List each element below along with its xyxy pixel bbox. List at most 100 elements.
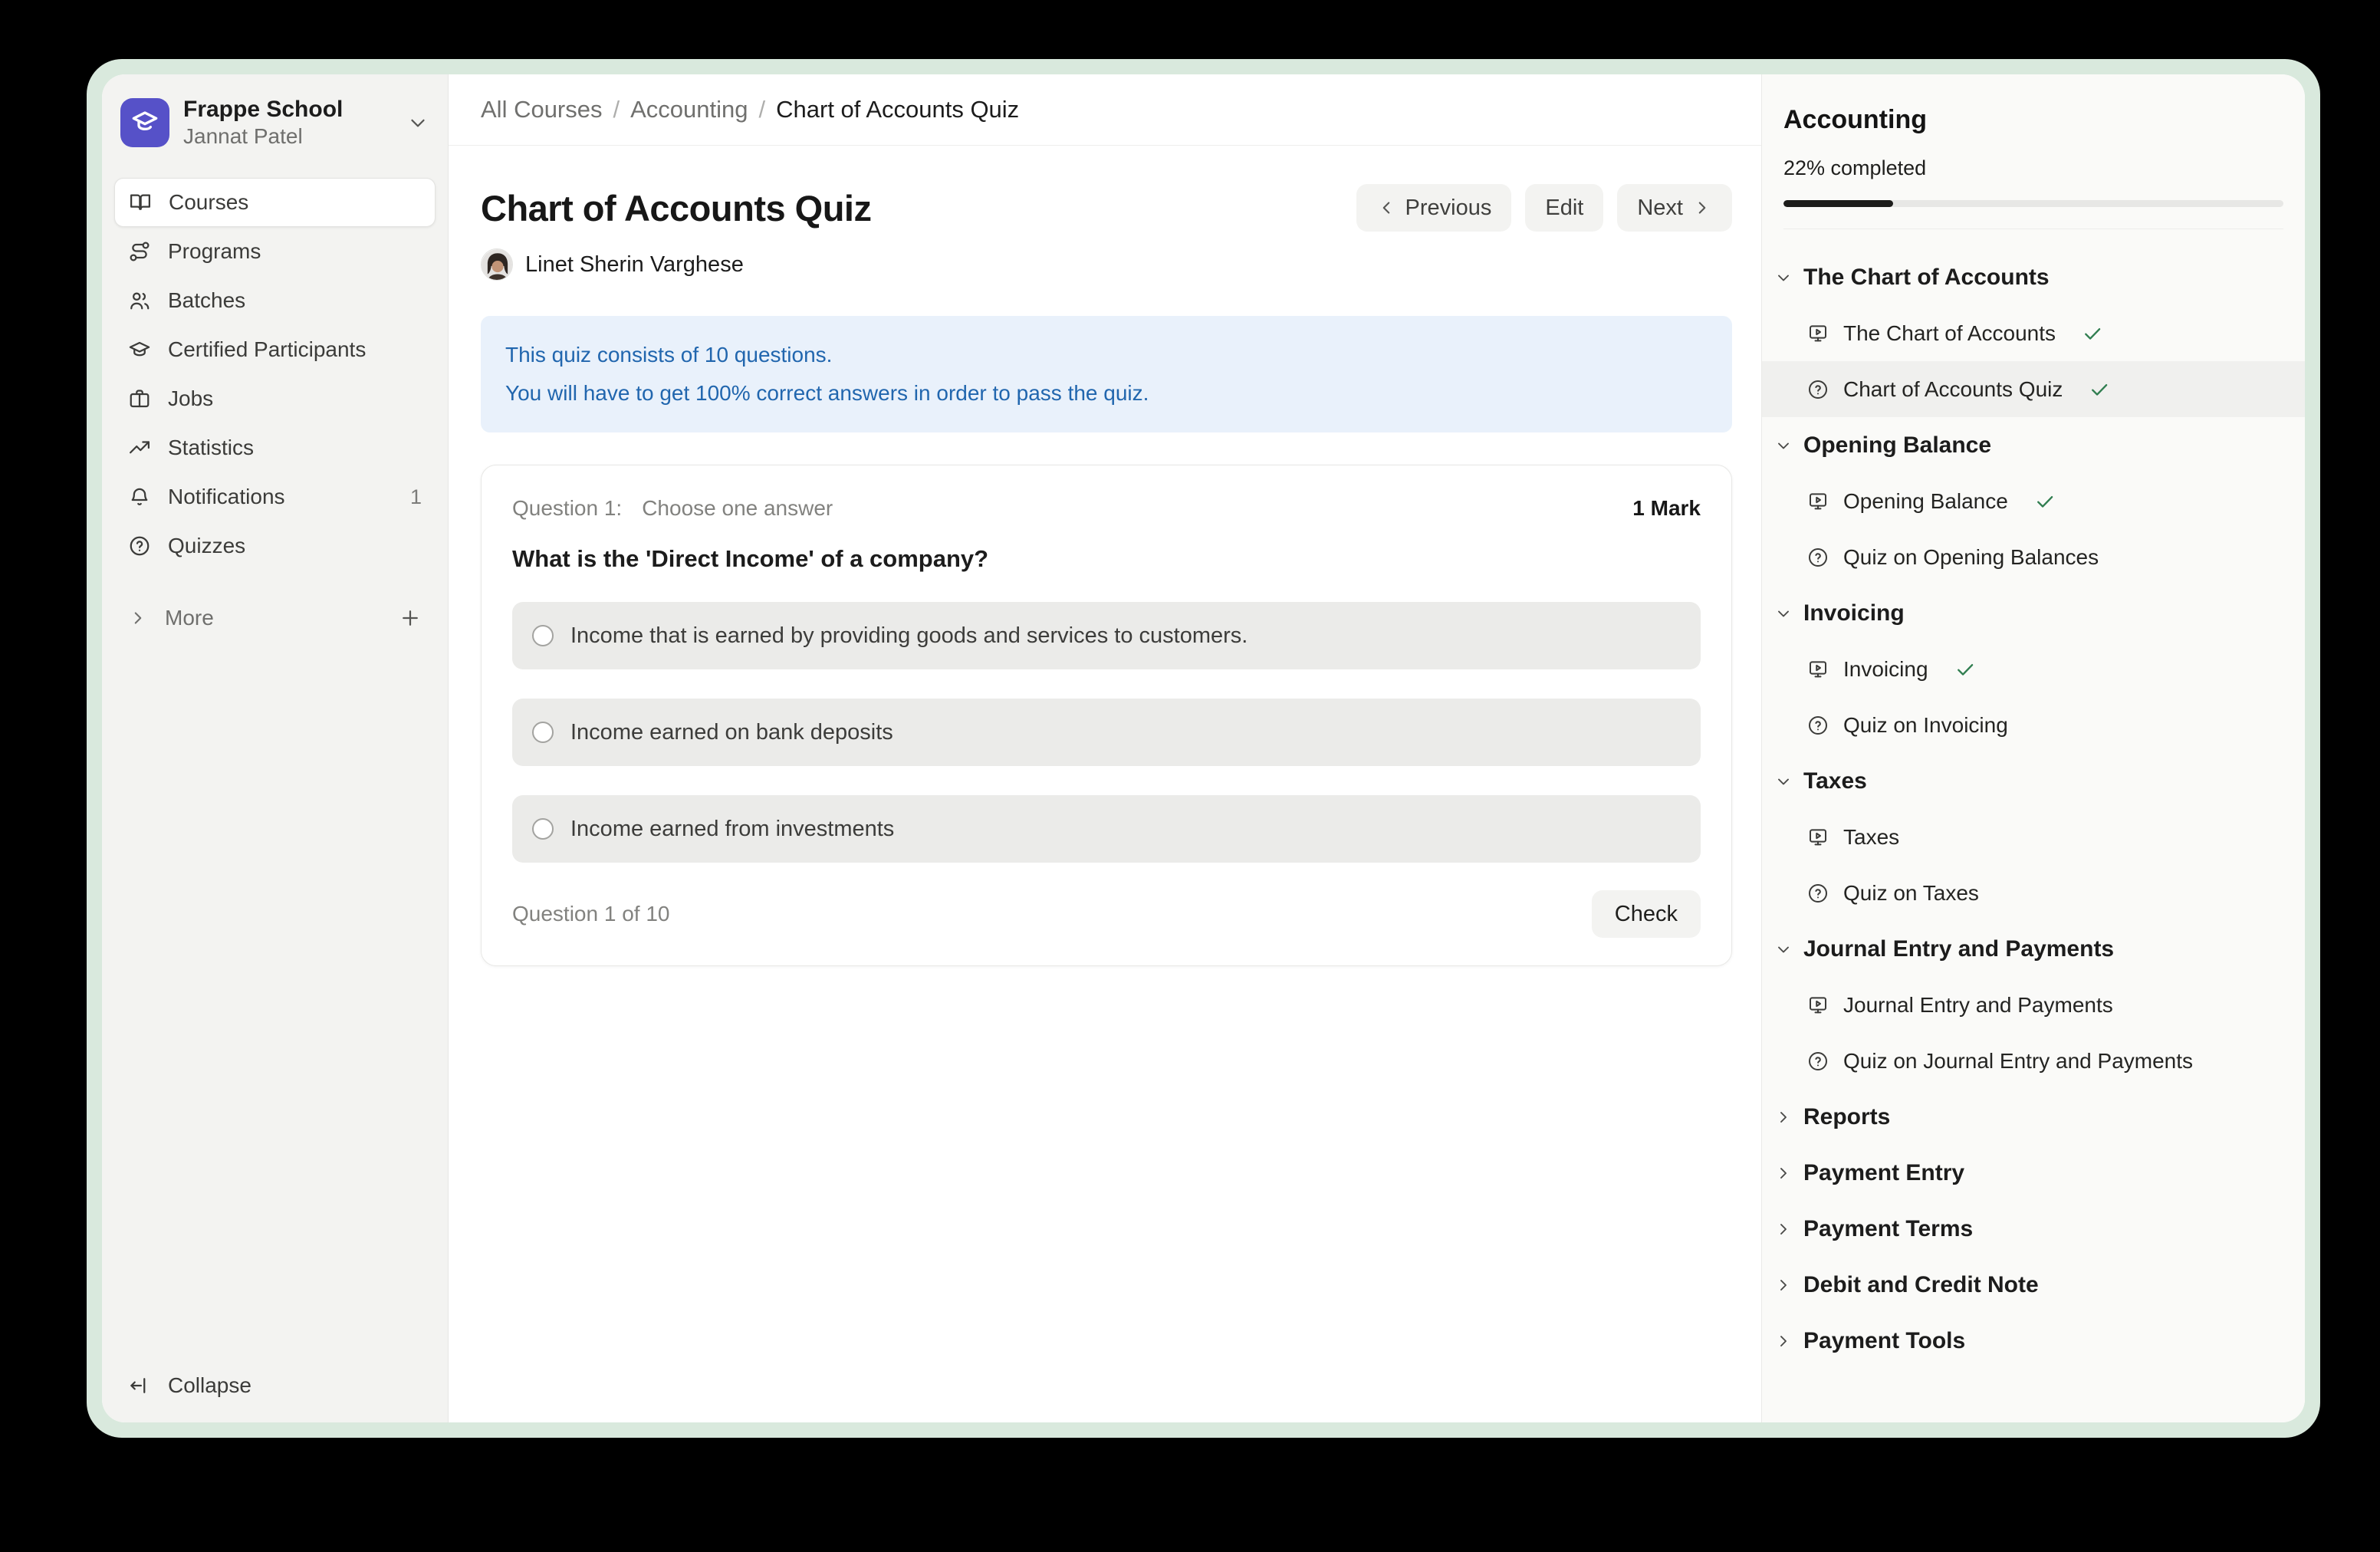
- radio-button-icon[interactable]: [532, 625, 554, 646]
- lesson-quiz-on-opening-balances[interactable]: Quiz on Opening Balances: [1762, 529, 2305, 585]
- school-switcher[interactable]: Frappe School Jannat Patel: [114, 96, 436, 150]
- video-lesson-icon: [1806, 658, 1829, 681]
- sidebar-item-statistics[interactable]: Statistics: [114, 423, 436, 472]
- chapter-reports[interactable]: Reports: [1762, 1089, 2305, 1145]
- collapse-icon: [128, 1374, 151, 1397]
- course-progress-bar: [1783, 200, 2283, 207]
- chapter-payment-tools[interactable]: Payment Tools: [1762, 1313, 2305, 1369]
- lesson-title: Quiz on Invoicing: [1843, 713, 2008, 738]
- lesson-opening-balance[interactable]: Opening Balance: [1762, 473, 2305, 529]
- route-icon: [128, 240, 151, 263]
- page-title: Chart of Accounts Quiz: [481, 187, 1356, 229]
- chevron-down-icon: [1774, 268, 1793, 287]
- chapter-the-chart-of-accounts[interactable]: The Chart of Accounts: [1762, 249, 2305, 305]
- chapter-title: Debit and Credit Note: [1803, 1272, 2039, 1298]
- lesson-title: Opening Balance: [1843, 489, 2008, 514]
- chevron-right-icon: [128, 608, 148, 628]
- sidebar-item-certified-participants[interactable]: Certified Participants: [114, 325, 436, 374]
- chapter-invoicing[interactable]: Invoicing: [1762, 585, 2305, 641]
- quiz-instructions-banner: This quiz consists of 10 questions. You …: [481, 316, 1732, 432]
- answer-option[interactable]: Income earned from investments: [512, 795, 1701, 863]
- video-lesson-icon: [1806, 322, 1829, 345]
- question-progress: Question 1 of 10: [512, 902, 1592, 926]
- plus-icon[interactable]: [399, 607, 422, 630]
- lesson-invoicing[interactable]: Invoicing: [1762, 641, 2305, 697]
- chevron-down-icon: [1774, 436, 1793, 455]
- chapter-opening-balance[interactable]: Opening Balance: [1762, 417, 2305, 473]
- quiz-icon: [1806, 546, 1829, 569]
- answer-option[interactable]: Income that is earned by providing goods…: [512, 602, 1701, 669]
- sidebar-item-label: Certified Participants: [168, 337, 422, 362]
- lesson-quiz-on-taxes[interactable]: Quiz on Taxes: [1762, 865, 2305, 921]
- course-outline-list: The Chart of Accounts The Chart of Accoun…: [1762, 229, 2305, 1422]
- course-progress-text: 22% completed: [1783, 156, 2283, 180]
- chevron-right-icon: [1774, 1108, 1793, 1126]
- chapter-journal-entry-and-payments[interactable]: Journal Entry and Payments: [1762, 921, 2305, 977]
- breadcrumb-separator: /: [759, 96, 766, 123]
- chevron-right-icon: [1774, 1276, 1793, 1294]
- sidebar-item-label: Programs: [168, 239, 422, 264]
- lesson-the-chart-of-accounts[interactable]: The Chart of Accounts: [1762, 305, 2305, 361]
- chevron-down-icon: [1774, 772, 1793, 791]
- sidebar-item-label: Courses: [169, 190, 421, 215]
- lesson-title: The Chart of Accounts: [1843, 321, 2056, 346]
- collapse-sidebar-button[interactable]: Collapse: [114, 1361, 436, 1410]
- completed-check-icon: [2089, 379, 2110, 400]
- quiz-icon: [1806, 1050, 1829, 1073]
- chapter-title: Reports: [1803, 1104, 1890, 1130]
- lesson-quiz-on-invoicing[interactable]: Quiz on Invoicing: [1762, 697, 2305, 753]
- course-outline-panel: Accounting 22% completed The Chart of Ac…: [1761, 74, 2305, 1422]
- chapter-title: Journal Entry and Payments: [1803, 936, 2114, 962]
- lesson-quiz-on-journal-entry-and-payments[interactable]: Quiz on Journal Entry and Payments: [1762, 1033, 2305, 1089]
- frappe-school-logo-icon: [120, 98, 169, 147]
- chapter-payment-terms[interactable]: Payment Terms: [1762, 1201, 2305, 1257]
- check-button[interactable]: Check: [1592, 890, 1701, 938]
- breadcrumb-link[interactable]: Accounting: [630, 96, 748, 123]
- sidebar-item-label: Quizzes: [168, 534, 422, 558]
- breadcrumb-link[interactable]: All Courses: [481, 96, 603, 123]
- author-name: Linet Sherin Varghese: [525, 252, 744, 278]
- main-area: All Courses/Accounting/Chart of Accounts…: [449, 74, 1761, 1422]
- chapter-payment-entry[interactable]: Payment Entry: [1762, 1145, 2305, 1201]
- lesson-title: Quiz on Taxes: [1843, 881, 1979, 906]
- course-progress-fill: [1783, 200, 1893, 207]
- lesson-content: Chart of Accounts Quiz Previous Edit: [449, 146, 1761, 997]
- lesson-journal-entry-and-payments[interactable]: Journal Entry and Payments: [1762, 977, 2305, 1033]
- question-number-label: Question 1:: [512, 496, 622, 521]
- lesson-title: Journal Entry and Payments: [1843, 993, 2113, 1018]
- course-panel-header: Accounting 22% completed: [1762, 74, 2305, 229]
- chevron-left-icon: [1376, 198, 1396, 218]
- sidebar-item-label: Statistics: [168, 436, 422, 460]
- sidebar-item-batches[interactable]: Batches: [114, 276, 436, 325]
- chapter-title: Taxes: [1803, 768, 1867, 794]
- users-icon: [128, 289, 151, 312]
- bell-icon: [128, 485, 151, 508]
- answer-options: Income that is earned by providing goods…: [512, 602, 1701, 863]
- question-marks: 1 Mark: [1632, 496, 1701, 521]
- sidebar-item-programs[interactable]: Programs: [114, 227, 436, 276]
- sidebar-item-jobs[interactable]: Jobs: [114, 374, 436, 423]
- quiz-icon: [1806, 378, 1829, 401]
- next-button[interactable]: Next: [1617, 184, 1732, 232]
- chapter-debit-and-credit-note[interactable]: Debit and Credit Note: [1762, 1257, 2305, 1313]
- answer-option-label: Income earned from investments: [570, 817, 894, 842]
- chapter-title: Opening Balance: [1803, 432, 1991, 459]
- book-open-icon: [129, 191, 152, 214]
- lesson-title: Taxes: [1843, 825, 1899, 850]
- lesson-taxes[interactable]: Taxes: [1762, 809, 2305, 865]
- edit-button[interactable]: Edit: [1525, 184, 1603, 232]
- sidebar-item-notifications[interactable]: Notifications1: [114, 472, 436, 521]
- sidebar-item-label: Batches: [168, 288, 422, 313]
- lesson-chart-of-accounts-quiz[interactable]: Chart of Accounts Quiz: [1762, 361, 2305, 417]
- sidebar-item-quizzes[interactable]: Quizzes: [114, 521, 436, 570]
- graduation-cap-icon: [128, 338, 151, 361]
- chapter-taxes[interactable]: Taxes: [1762, 753, 2305, 809]
- chevron-down-icon: [1774, 940, 1793, 958]
- previous-button[interactable]: Previous: [1356, 184, 1512, 232]
- radio-button-icon[interactable]: [532, 818, 554, 840]
- answer-option[interactable]: Income earned on bank deposits: [512, 699, 1701, 766]
- author-row: Linet Sherin Varghese: [481, 248, 1732, 281]
- sidebar-item-more[interactable]: More: [114, 594, 436, 643]
- radio-button-icon[interactable]: [532, 722, 554, 743]
- sidebar-item-courses[interactable]: Courses: [114, 178, 436, 227]
